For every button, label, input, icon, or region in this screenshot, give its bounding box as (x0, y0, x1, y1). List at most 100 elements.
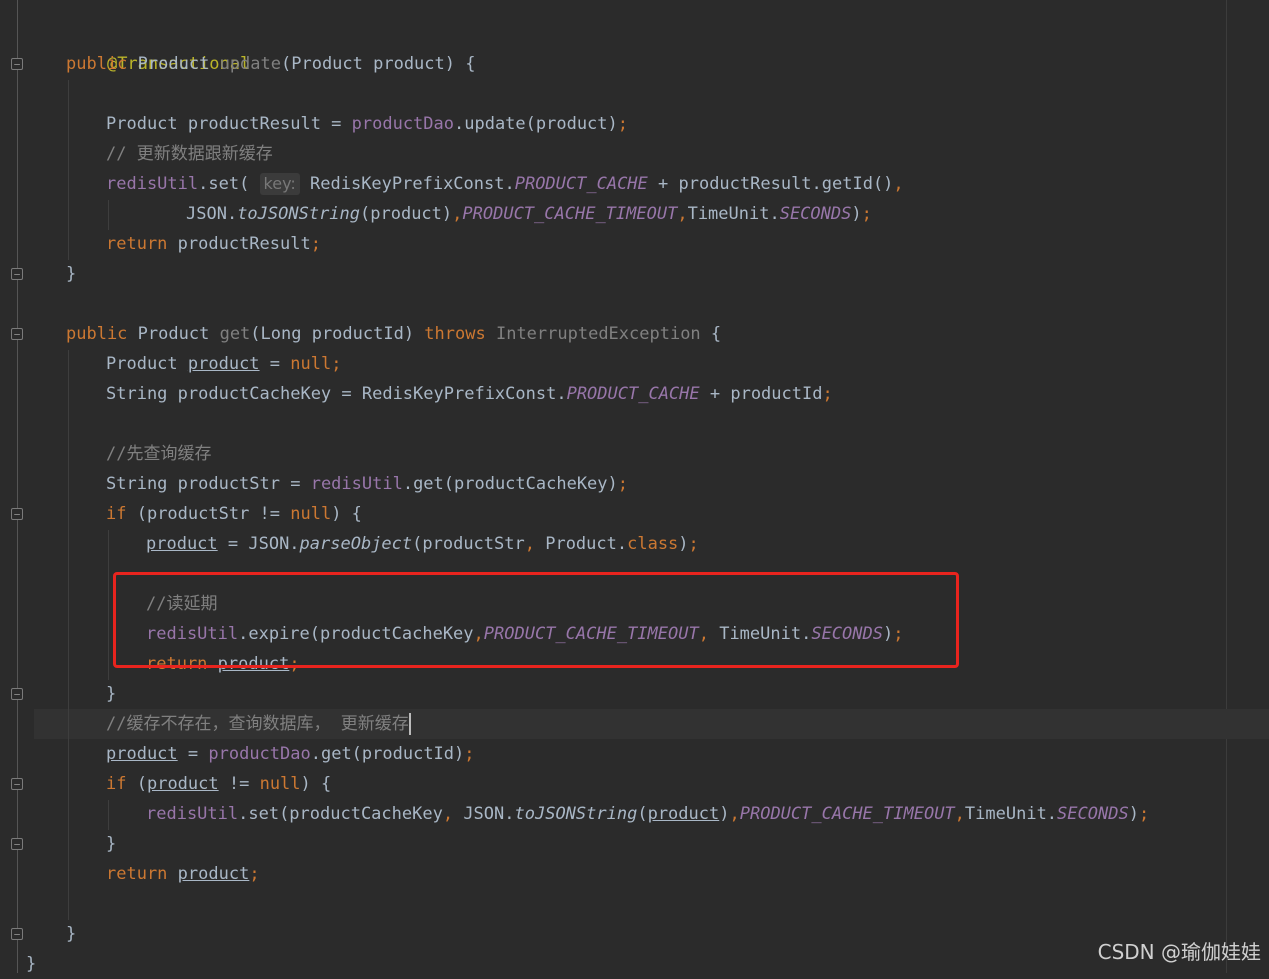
constant: PRODUCT_CACHE (566, 384, 700, 404)
code-text: TimeUnit. (687, 204, 780, 224)
keyword: return (106, 234, 168, 254)
code-line[interactable]: public Product update(Product product) { (66, 49, 475, 79)
params: (Long productId) (250, 324, 425, 344)
comment-line[interactable]: //缓存不存在，查询数据库， 更新缓存 (106, 709, 411, 739)
code-text: .update(product) (454, 114, 618, 134)
fold-icon[interactable]: − (11, 838, 23, 851)
code-line[interactable]: } (106, 679, 116, 709)
code-line[interactable]: Product productResult = productDao.updat… (106, 109, 628, 139)
keyword: throws (424, 324, 486, 344)
brace: { (700, 324, 722, 344)
punct: ; (617, 474, 629, 494)
constant: SECONDS (1057, 804, 1129, 824)
code-line[interactable]: Product product = null; (106, 349, 341, 379)
code-line[interactable]: } (66, 919, 76, 949)
field: redisUtil (106, 174, 199, 194)
code-line[interactable]: String productStr = redisUtil.get(produc… (106, 469, 628, 499)
code-line[interactable]: product = productDao.get(productId); (106, 739, 475, 769)
code-text: Product (106, 354, 188, 374)
field: productDao (208, 744, 311, 764)
code-line[interactable]: } (106, 829, 116, 859)
comment: //先查询缓存 (106, 444, 212, 464)
code-line[interactable]: redisUtil.set( key: RedisKeyPrefixConst.… (106, 169, 904, 199)
field: redisUtil (310, 474, 403, 494)
punct: , (729, 804, 740, 824)
brace: } (106, 684, 117, 704)
comment-line[interactable]: // 更新数据跟新缓存 (106, 139, 273, 169)
code-line[interactable]: } (66, 259, 76, 289)
comment-line[interactable]: //先查询缓存 (106, 439, 211, 469)
constant: SECONDS (779, 204, 852, 224)
brace: } (106, 834, 117, 854)
code-line[interactable]: @Transactional (66, 19, 250, 74)
code-line[interactable]: JSON.toJSONString(product),PRODUCT_CACHE… (186, 199, 872, 229)
code-text: (productStr != (126, 504, 291, 524)
brace: } (26, 954, 37, 974)
type: Product (137, 54, 210, 74)
keyword: class (627, 534, 679, 554)
keyword: null (290, 354, 332, 374)
indent-guide (108, 800, 109, 830)
fold-icon[interactable]: − (11, 508, 23, 521)
code-line[interactable]: redisUtil.set(productCacheKey, JSON.toJS… (146, 799, 1149, 829)
punct: , (893, 174, 904, 194)
punct: ; (1138, 804, 1150, 824)
code-text: = (259, 354, 291, 374)
constant: PRODUCT_CACHE_TIMEOUT (739, 804, 955, 824)
code-line[interactable]: public Product get(Long productId) throw… (66, 319, 721, 349)
variable: product (177, 864, 250, 884)
code-line[interactable]: if (product != null) { (106, 769, 331, 799)
variable: product (106, 744, 178, 764)
code-text: .set( (198, 174, 260, 194)
variable: product (647, 804, 720, 824)
fold-icon[interactable]: − (11, 328, 23, 341)
keyword: null (290, 504, 332, 524)
code-line[interactable]: } (26, 949, 36, 979)
gutter-divider (17, 0, 18, 973)
punct: ; (617, 114, 629, 134)
code-line[interactable]: return productResult; (106, 229, 321, 259)
punct: , (524, 534, 535, 554)
code-text: RedisKeyPrefixConst. (299, 174, 515, 194)
punct: , (452, 204, 463, 224)
fold-icon[interactable]: − (11, 58, 23, 71)
keyword: if (106, 504, 127, 524)
fold-icon[interactable]: − (11, 268, 23, 281)
keyword: public (66, 324, 128, 344)
code-text: JSON. (453, 804, 515, 824)
code-line[interactable]: return product; (106, 859, 260, 889)
keyword: null (259, 774, 301, 794)
code-text: ) (1128, 804, 1139, 824)
fold-icon[interactable]: − (11, 688, 23, 701)
brace: } (66, 924, 77, 944)
code-text: = JSON. (217, 534, 300, 554)
indent-guide (108, 530, 109, 680)
code-line[interactable]: product = JSON.parseObject(productStr, P… (146, 529, 699, 559)
punct: ; (861, 204, 872, 224)
punct: ; (688, 534, 699, 554)
code-line[interactable]: String productCacheKey = RedisKeyPrefixC… (106, 379, 833, 409)
code-text: ) (678, 534, 689, 554)
variable: product (187, 354, 260, 374)
keyword: if (106, 774, 127, 794)
code-line[interactable]: if (productStr != null) { (106, 499, 362, 529)
comment: // 更新数据跟新缓存 (106, 144, 273, 164)
fold-icon[interactable]: − (11, 778, 23, 791)
code-text: String productStr = (106, 474, 311, 494)
punct: , (677, 204, 688, 224)
code-editor[interactable]: − − − − − − − − @Transactional public Pr… (0, 0, 1269, 974)
code-text: String productCacheKey = RedisKeyPrefixC… (106, 384, 567, 404)
params: (Product product) { (281, 54, 476, 74)
punct: ; (331, 354, 342, 374)
watermark: CSDN @瑜伽娃娃 (1097, 940, 1261, 964)
method-name: update (219, 54, 281, 74)
keyword: return (106, 864, 168, 884)
method-name: get (219, 324, 251, 344)
static-method: parseObject (299, 534, 413, 554)
code-text: .set(productCacheKey (238, 804, 443, 824)
fold-icon[interactable]: − (11, 928, 23, 941)
static-method: toJSONString (237, 204, 361, 224)
punct: , (954, 804, 965, 824)
code-text: + productId (699, 384, 823, 404)
keyword: public (66, 54, 128, 74)
